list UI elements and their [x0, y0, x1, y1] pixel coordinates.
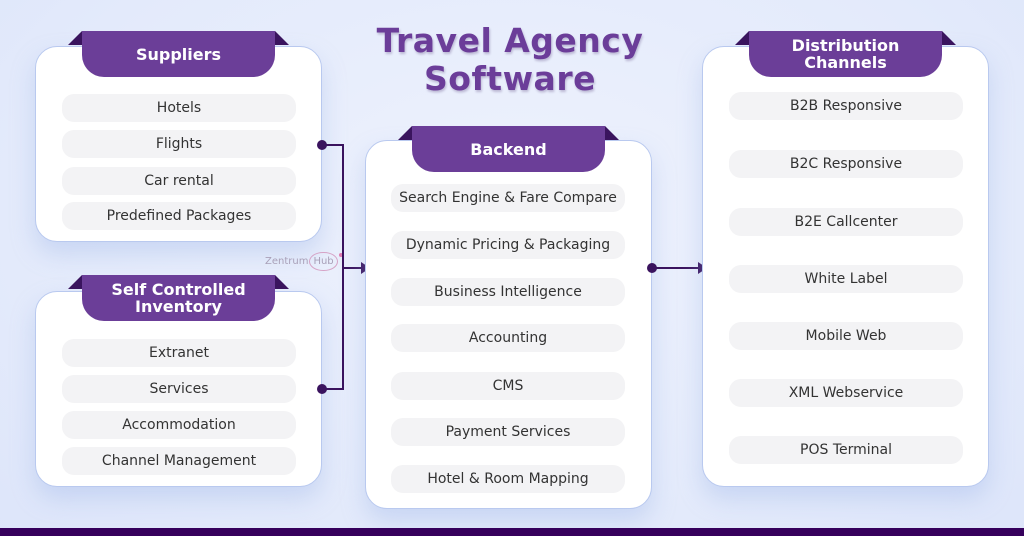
logo-hub-text: Hub — [309, 252, 338, 271]
distribution-item: White Label — [729, 265, 963, 293]
suppliers-item: Flights — [62, 130, 296, 158]
connector-line — [652, 267, 699, 269]
backend-item: CMS — [391, 372, 625, 400]
backend-item: Payment Services — [391, 418, 625, 446]
title-line-1: Travel Agency — [376, 21, 644, 60]
suppliers-item: Predefined Packages — [62, 202, 296, 230]
backend-item: Hotel & Room Mapping — [391, 465, 625, 493]
distribution-item: B2B Responsive — [729, 92, 963, 120]
distribution-header-line-2: Channels — [804, 53, 887, 72]
inventory-header-line-1: Self Controlled — [111, 280, 246, 299]
inventory-item: Channel Management — [62, 447, 296, 475]
connector-line — [322, 388, 344, 390]
inventory-header-line-2: Inventory — [135, 297, 222, 316]
distribution-item: Mobile Web — [729, 322, 963, 350]
backend-item: Search Engine & Fare Compare — [391, 184, 625, 212]
distribution-item: B2C Responsive — [729, 150, 963, 178]
backend-item: Business Intelligence — [391, 278, 625, 306]
zentrumhub-logo: Zentrum Hub — [265, 252, 343, 271]
suppliers-item: Car rental — [62, 167, 296, 195]
distribution-item: XML Webservice — [729, 379, 963, 407]
connector-line — [344, 267, 362, 269]
inventory-item: Services — [62, 375, 296, 403]
inventory-item: Accommodation — [62, 411, 296, 439]
distribution-item: POS Terminal — [729, 436, 963, 464]
backend-item: Accounting — [391, 324, 625, 352]
backend-item: Dynamic Pricing & Packaging — [391, 231, 625, 259]
logo-text: Zentrum — [265, 256, 309, 267]
inventory-item: Extranet — [62, 339, 296, 367]
connector-line — [322, 144, 344, 146]
backend-header: Backend — [398, 126, 619, 172]
distribution-header: Distribution Channels — [735, 31, 956, 77]
inventory-header: Self Controlled Inventory — [68, 275, 289, 321]
footer-bar — [0, 528, 1024, 536]
suppliers-header: Suppliers — [68, 31, 289, 77]
page-title: Travel Agency Software — [360, 22, 660, 98]
distribution-header-line-1: Distribution — [791, 36, 900, 55]
title-line-2: Software — [424, 59, 596, 98]
distribution-item: B2E Callcenter — [729, 208, 963, 236]
suppliers-item: Hotels — [62, 94, 296, 122]
